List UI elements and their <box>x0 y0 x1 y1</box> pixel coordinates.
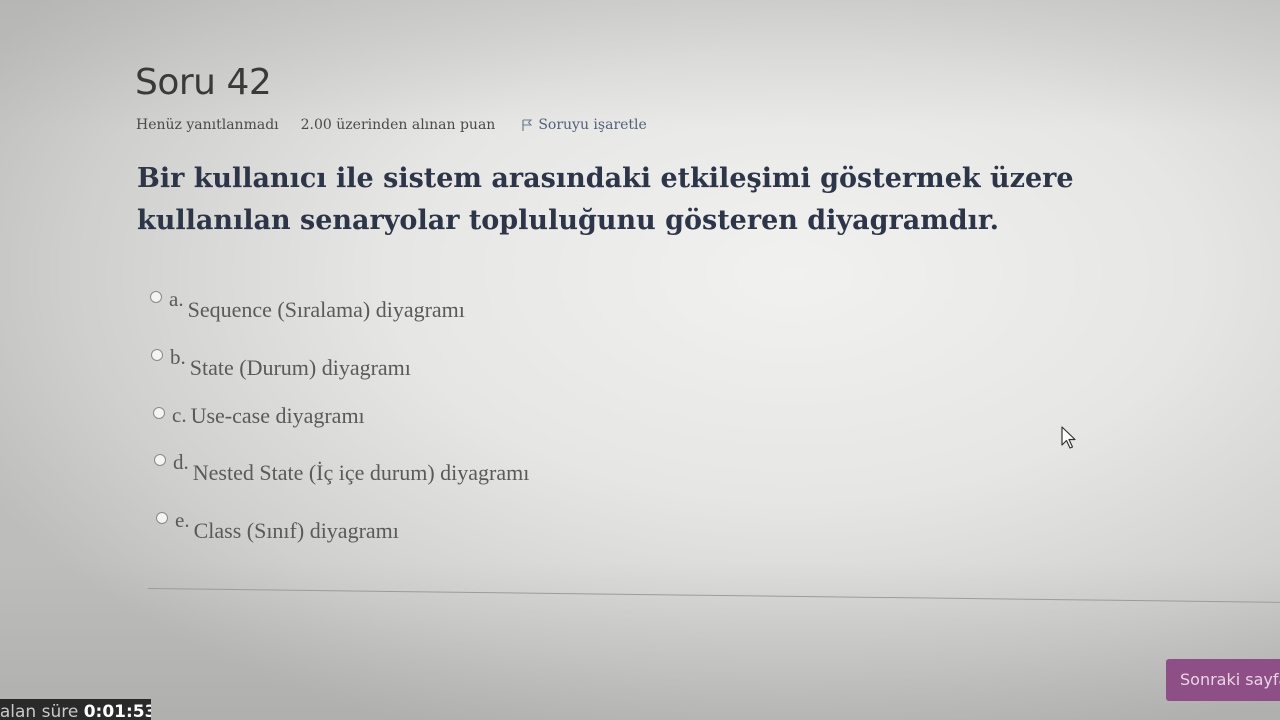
answer-text: Class (Sınıf) diyagramı <box>193 518 399 543</box>
question-points: 2.00 üzerinden alınan puan <box>300 117 496 133</box>
answer-letter: e. <box>175 508 190 532</box>
timer-label: Kalan süre <box>0 702 79 720</box>
question-title: Soru 42 <box>135 62 272 103</box>
answer-option-a[interactable]: a. Sequence (Sıralama) diyagramı <box>150 287 465 323</box>
radio-unchecked-icon[interactable] <box>151 349 163 361</box>
next-page-button[interactable]: Sonraki sayfa <box>1166 659 1280 701</box>
flag-icon <box>522 119 533 131</box>
radio-unchecked-icon[interactable] <box>154 454 166 466</box>
answer-option-d[interactable]: d. Nested State (İç içe durum) diyagramı <box>154 450 529 486</box>
question-text: Bir kullanıcı ile sistem arasındaki etki… <box>137 163 1074 236</box>
radio-unchecked-icon[interactable] <box>150 291 162 303</box>
section-divider <box>147 588 1280 603</box>
radio-unchecked-icon[interactable] <box>156 512 168 524</box>
question-status: Henüz yanıtlanmadı <box>136 117 279 133</box>
answer-letter: a. <box>169 287 184 311</box>
radio-unchecked-icon[interactable] <box>153 407 165 419</box>
answer-text: State (Durum) diyagramı <box>189 355 411 380</box>
answer-letter: b. <box>170 345 186 369</box>
timer-value: 0:01:53 <box>83 702 151 720</box>
answer-option-e[interactable]: e. Class (Sınıf) diyagramı <box>156 508 399 544</box>
answer-text: Use-case diyagramı <box>190 403 365 428</box>
flag-question-label: Soruyu işaretle <box>538 117 647 133</box>
time-remaining: Kalan süre 0:01:53 <box>0 699 151 720</box>
answer-letter: c. <box>172 403 187 427</box>
answer-option-b[interactable]: b. State (Durum) diyagramı <box>151 345 411 381</box>
answer-text: Sequence (Sıralama) diyagramı <box>187 297 465 322</box>
answer-text: Nested State (İç içe durum) diyagramı <box>192 460 530 485</box>
answer-option-c[interactable]: c. Use-case diyagramı <box>153 403 365 429</box>
answer-letter: d. <box>173 450 189 474</box>
mouse-pointer-icon <box>1061 426 1076 449</box>
question-info: Henüz yanıtlanmadı 2.00 üzerinden alınan… <box>136 117 647 133</box>
flag-question-link[interactable]: Soruyu işaretle <box>521 117 647 133</box>
